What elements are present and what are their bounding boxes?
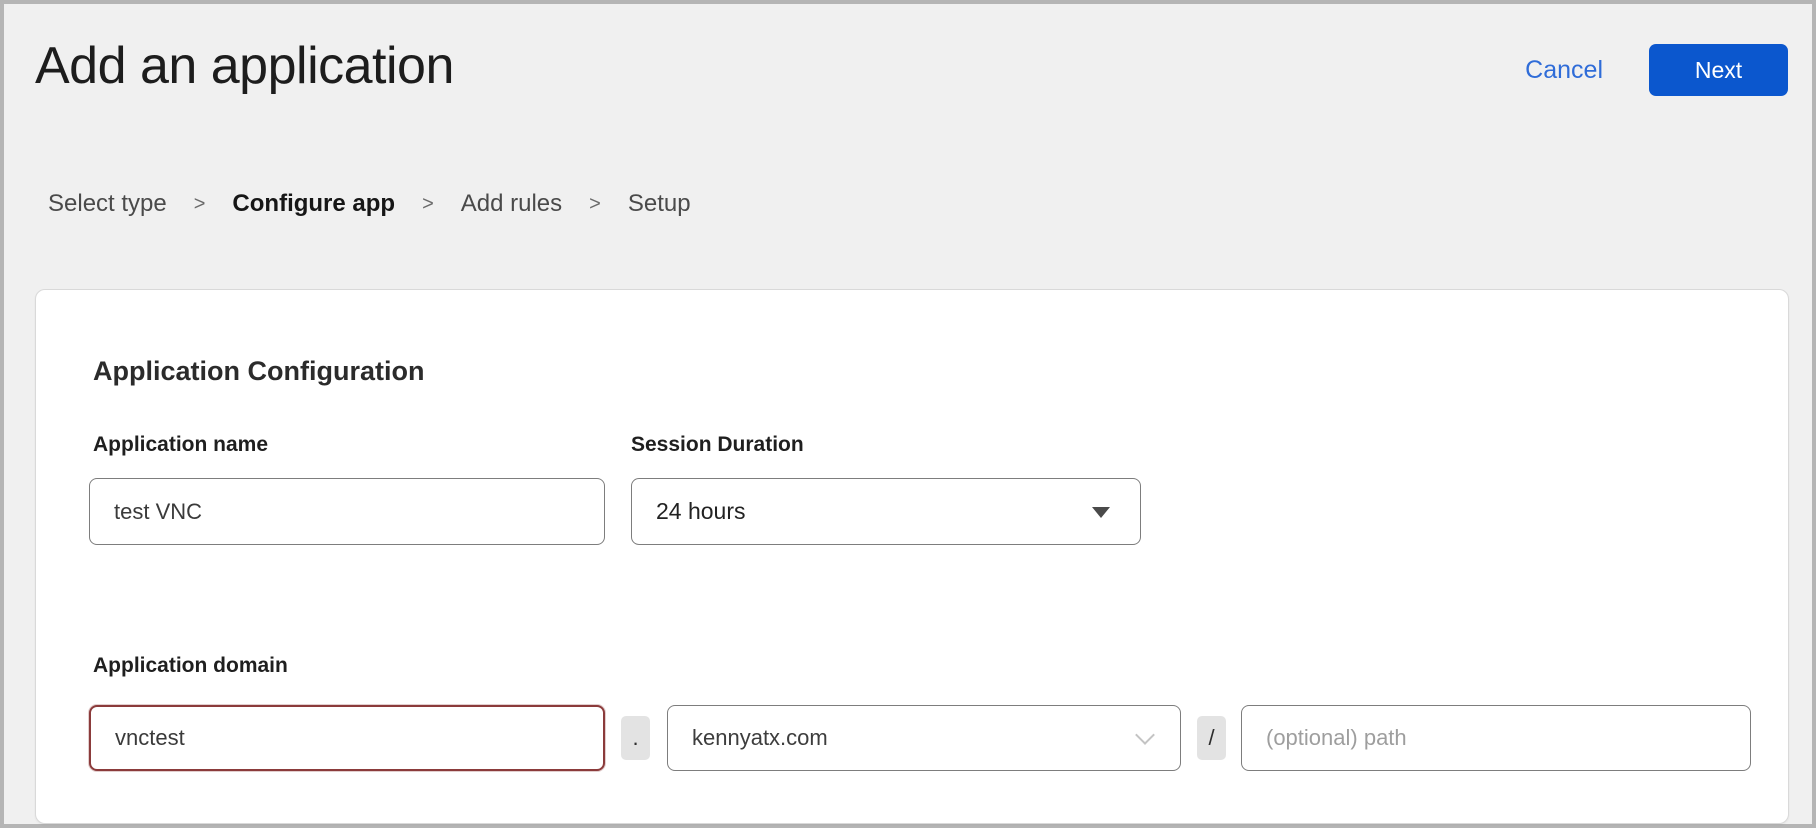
path-input[interactable] — [1241, 705, 1751, 771]
breadcrumb-separator: > — [589, 193, 601, 216]
add-application-page: Add an application Cancel Next Select ty… — [0, 0, 1816, 828]
domain-select[interactable]: kennyatx.com — [667, 705, 1181, 771]
section-title: Application Configuration — [93, 356, 424, 387]
header-actions: Cancel Next — [1525, 44, 1800, 96]
dot-separator: . — [621, 716, 650, 760]
application-domain-label: Application domain — [93, 654, 288, 678]
breadcrumb-separator: > — [194, 193, 206, 216]
application-name-input[interactable] — [89, 478, 605, 545]
slash-separator: / — [1197, 716, 1226, 760]
application-configuration-card: Application Configuration Application na… — [35, 289, 1789, 824]
step-select-type: Select type — [48, 190, 167, 218]
page-title: Add an application — [35, 36, 454, 96]
cancel-button[interactable]: Cancel — [1525, 56, 1603, 85]
application-name-label: Application name — [93, 433, 268, 457]
session-duration-value: 24 hours — [656, 498, 746, 525]
step-add-rules: Add rules — [461, 190, 562, 218]
step-setup: Setup — [628, 190, 691, 218]
subdomain-input[interactable] — [89, 705, 605, 771]
next-button[interactable]: Next — [1649, 44, 1788, 96]
breadcrumb-separator: > — [422, 193, 434, 216]
step-configure-app: Configure app — [232, 190, 395, 218]
session-duration-select[interactable]: 24 hours — [631, 478, 1141, 545]
caret-down-icon — [1092, 507, 1110, 518]
session-duration-label: Session Duration — [631, 433, 804, 457]
breadcrumb: Select type > Configure app > Add rules … — [48, 190, 691, 218]
chevron-down-icon — [1135, 725, 1155, 745]
domain-select-value: kennyatx.com — [692, 725, 828, 751]
